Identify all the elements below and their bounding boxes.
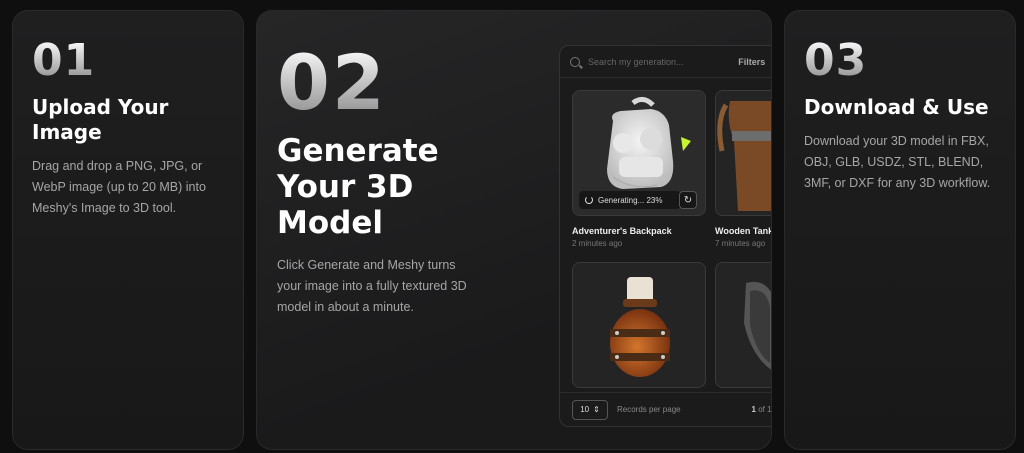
step-description: Click Generate and Meshy turns your imag… (277, 258, 467, 314)
tankard-model-image (716, 91, 771, 215)
model-thumbnail-tankard[interactable] (715, 90, 771, 216)
step-description: Download your 3D model in FBX, OBJ, GLB,… (804, 134, 991, 190)
model-time: 7 minutes ago (715, 239, 766, 248)
updown-icon: ⇕ (593, 405, 600, 414)
step-description: Drag and drop a PNG, JPG, or WebP image … (32, 159, 206, 215)
page-info: 1 of 12 (751, 405, 772, 414)
per-page-label: Records per page (617, 405, 681, 414)
step-card-upload: 01 Upload Your Image Drag and drop a PNG… (12, 10, 244, 450)
spinner-icon (585, 196, 593, 204)
generating-progress-text: Generating... 23% (598, 195, 663, 205)
generation-panel-mockup: Search my generation... Filters ⌄ (559, 45, 772, 427)
per-page-value: 10 (580, 405, 590, 414)
step-card-download: 03 Download & Use Download your 3D model… (784, 10, 1016, 450)
flask-model-image (573, 263, 705, 387)
model-thumbnail-backpack[interactable]: Generating... 23% ↻ (572, 90, 706, 216)
step-card-generate: 02 Generate Your 3D Model Click Generate… (256, 10, 772, 450)
search-icon (570, 56, 580, 67)
step-number: 01 (32, 35, 96, 86)
model-name: Wooden Tank (715, 226, 772, 236)
page-total: of 12 (758, 405, 772, 414)
step-title: Upload Your Image (32, 95, 169, 144)
step-number: 03 (804, 35, 868, 86)
refresh-icon: ↻ (683, 194, 693, 206)
refresh-button[interactable]: ↻ (679, 191, 697, 209)
generating-status: Generating... 23% (579, 191, 681, 209)
model-thumbnail-shield[interactable] (715, 262, 771, 388)
model-time: 2 minutes ago (572, 239, 623, 248)
chevron-down-icon: ⌄ (771, 57, 772, 66)
search-input[interactable]: Search my generation... (588, 57, 738, 67)
step-number: 02 (277, 38, 387, 127)
pagination-bar: 10 ⇕ Records per page 1 of 12 (560, 392, 772, 426)
step-title: Generate Your 3D Model (277, 133, 439, 241)
per-page-select[interactable]: 10 ⇕ (572, 399, 608, 420)
shield-model-image (716, 263, 771, 387)
model-name: Adventurer's Backpack (572, 226, 672, 236)
step-title: Download & Use (804, 95, 989, 119)
page-current: 1 (751, 405, 756, 414)
filters-button[interactable]: Filters (738, 57, 765, 67)
search-bar[interactable]: Search my generation... Filters ⌄ (560, 46, 772, 78)
model-thumbnail-flask[interactable] (572, 262, 706, 388)
